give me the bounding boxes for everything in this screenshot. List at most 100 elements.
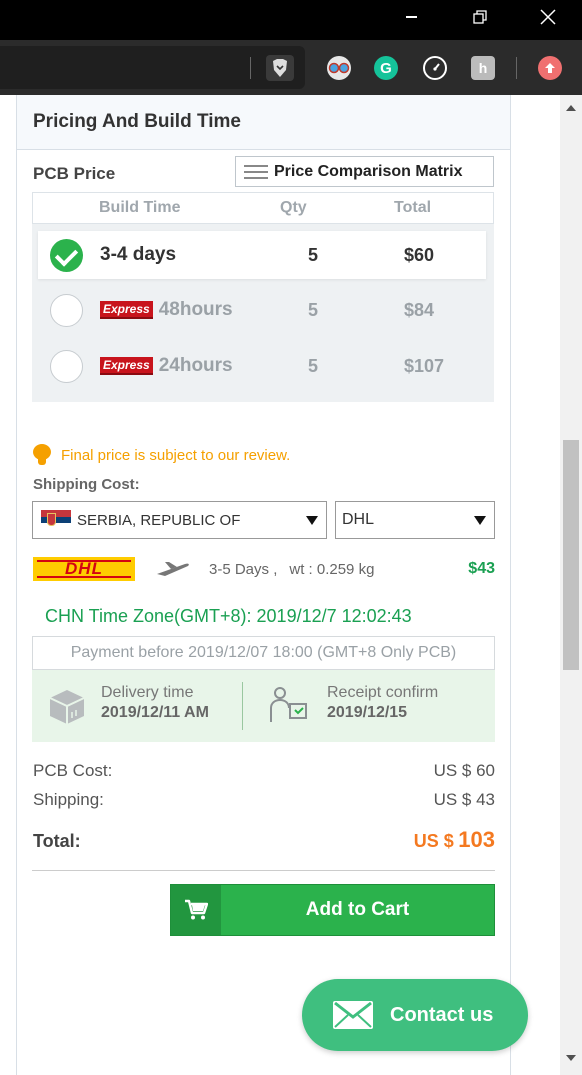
minimize-button[interactable] — [388, 0, 434, 34]
pcb-cost-label: PCB Cost: — [33, 761, 113, 780]
header-qty: Qty — [280, 199, 307, 216]
glasses-icon — [328, 62, 350, 74]
card-title: Pricing And Build Time — [17, 95, 510, 150]
window-titlebar — [0, 0, 582, 40]
shipping-label: Shipping: — [33, 790, 104, 809]
timezone-clock: CHN Time Zone(GMT+8): 2019/12/7 12:02:43 — [45, 606, 412, 626]
option-qty: 5 — [308, 299, 319, 320]
option-time: 48hours — [158, 299, 233, 320]
add-to-cart-label: Add to Cart — [305, 899, 410, 920]
shipping-cost-label: Shipping Cost: — [33, 476, 140, 493]
scroll-up-arrow-icon[interactable] — [566, 105, 576, 111]
pcb-price-label: PCB Price — [33, 164, 116, 183]
divider — [32, 870, 495, 871]
shipping-value: US $ 43 — [433, 790, 495, 809]
option-qty: 5 — [308, 244, 319, 265]
extension-hand-button[interactable]: h — [471, 56, 495, 80]
build-option-24hours[interactable]: Express 24hours 5 $107 — [38, 342, 486, 390]
toolbar-divider — [250, 57, 251, 79]
express-badge: Express — [100, 357, 153, 375]
contact-us-label: Contact us — [390, 1003, 494, 1026]
radio-button[interactable] — [50, 293, 83, 327]
delivery-time-value: 2019/12/11 AM — [101, 704, 209, 721]
note-text: Final price is subject to our review. — [61, 446, 291, 464]
total-row: Total: US $ 103 — [33, 827, 495, 853]
browser-toolbar: G h — [0, 40, 582, 95]
option-total: $84 — [404, 299, 435, 320]
toolbar-divider — [516, 57, 517, 79]
page-content: Pricing And Build Time PCB Price Price C… — [0, 95, 560, 1075]
serbia-flag-icon — [41, 510, 71, 530]
close-window-button[interactable] — [525, 0, 571, 34]
brave-icon — [273, 59, 287, 77]
price-review-note: Final price is subject to our review. — [33, 444, 290, 466]
option-time: 24hours — [158, 355, 233, 376]
address-bar[interactable] — [0, 46, 305, 89]
close-icon — [540, 9, 556, 25]
pcb-cost-row: PCB Cost: US $ 60 — [33, 761, 495, 781]
delivery-days: 3-5 Days , — [209, 560, 278, 578]
page-scrollbar[interactable] — [560, 95, 582, 1075]
add-to-cart-button[interactable]: Add to Cart — [170, 884, 495, 936]
dhl-logo-text: DHL — [65, 559, 103, 578]
matrix-button-label: Price Comparison Matrix — [274, 162, 463, 180]
hand-icon: h — [478, 60, 488, 76]
extension-grammarly-button[interactable]: G — [374, 56, 398, 80]
envelope-icon — [333, 1001, 373, 1029]
package-box-icon — [49, 690, 85, 724]
shipping-method-row: DHL 3-5 Days , wt : 0.259 kg $43 — [33, 556, 495, 582]
extension-glasses-button[interactable] — [327, 56, 351, 80]
scrollbar-thumb[interactable] — [563, 440, 579, 670]
minimize-icon — [405, 16, 417, 18]
package-weight: wt : 0.259 kg — [289, 560, 375, 578]
option-time: 3-4 days — [100, 244, 177, 265]
option-total: $60 — [404, 244, 435, 265]
extension-upload-button[interactable] — [538, 56, 562, 80]
airplane-icon — [157, 562, 189, 576]
gauge-icon — [433, 63, 440, 71]
chevron-down-icon — [306, 516, 318, 525]
shipping-price: $43 — [468, 560, 495, 577]
extension-gauge-button[interactable] — [423, 56, 447, 80]
header-build-time: Build Time — [99, 199, 181, 216]
radio-button[interactable] — [50, 349, 83, 383]
total-currency: US $ — [413, 831, 454, 851]
price-comparison-matrix-button[interactable]: Price Comparison Matrix — [235, 156, 494, 187]
total-value: 103 — [458, 827, 495, 852]
carrier-select[interactable]: DHL — [335, 501, 495, 539]
checked-radio-icon — [50, 238, 83, 272]
shipping-cost-row: Shipping: US $ 43 — [33, 790, 495, 810]
header-total: Total — [394, 199, 432, 216]
country-select[interactable]: SERBIA, REPUBLIC OF — [32, 501, 327, 539]
total-label: Total: — [33, 831, 81, 851]
cart-icon-wrap — [171, 885, 221, 935]
country-value: SERBIA, REPUBLIC OF — [77, 511, 241, 529]
upload-icon — [545, 63, 555, 73]
carrier-value: DHL — [342, 511, 375, 528]
delivery-info-panel: Delivery time 2019/12/11 AM Receipt conf… — [32, 670, 495, 742]
grammarly-icon: G — [380, 59, 392, 77]
delivery-time-label: Delivery time — [101, 684, 194, 701]
build-option-48hours[interactable]: Express 48hours 5 $84 — [38, 286, 486, 334]
receipt-confirm-value: 2019/12/15 — [327, 704, 408, 721]
build-option-3-4-days[interactable]: 3-4 days 5 $60 — [38, 231, 486, 279]
receipt-person-icon — [270, 687, 307, 722]
option-total: $107 — [404, 355, 445, 376]
list-icon — [244, 164, 268, 179]
lightbulb-icon — [33, 444, 51, 466]
receipt-confirm-label: Receipt confirm — [327, 684, 439, 701]
brave-shield-button[interactable] — [266, 55, 294, 81]
contact-us-button[interactable]: Contact us — [302, 979, 528, 1051]
build-time-options: 3-4 days 5 $60 Express 48hours 5 $84 Expr… — [32, 224, 494, 402]
pricing-card: Pricing And Build Time PCB Price Price C… — [16, 95, 511, 1075]
option-qty: 5 — [308, 355, 319, 376]
chevron-down-icon — [474, 516, 486, 525]
build-time-table-header: Build Time Qty Total — [32, 192, 494, 224]
restore-button[interactable] — [457, 0, 503, 34]
divider — [242, 682, 243, 730]
scroll-down-arrow-icon[interactable] — [566, 1055, 576, 1061]
payment-deadline: Payment before 2019/12/07 18:00 (GMT+8 O… — [32, 636, 495, 670]
pcb-cost-value: US $ 60 — [433, 761, 495, 780]
cart-icon — [185, 899, 208, 920]
restore-icon — [473, 10, 487, 24]
